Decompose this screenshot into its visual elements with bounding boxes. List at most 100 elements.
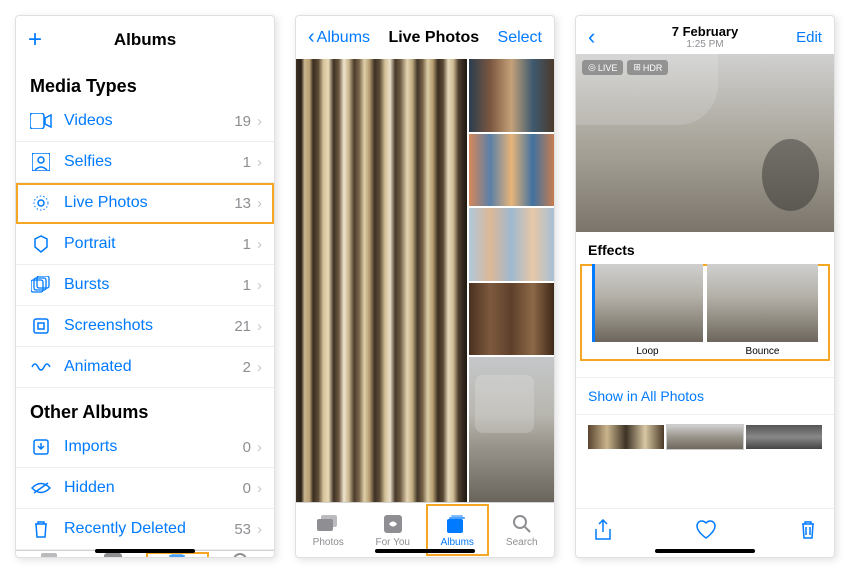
chevron-right-icon: ›	[257, 480, 262, 497]
row-label: Animated	[64, 358, 243, 376]
row-count: 13	[234, 195, 251, 212]
photo-thumbnail[interactable]	[469, 283, 554, 356]
share-button[interactable]	[594, 519, 612, 541]
tab-photos[interactable]: Photos	[296, 503, 361, 557]
video-icon	[28, 110, 54, 132]
chevron-right-icon: ›	[257, 113, 262, 130]
home-indicator[interactable]	[655, 549, 755, 553]
back-button[interactable]: ‹Albums	[308, 26, 370, 49]
row-portrait[interactable]: Portrait 1 ›	[16, 224, 274, 265]
tab-photos[interactable]: Photos	[16, 551, 81, 558]
chevron-right-icon: ›	[257, 521, 262, 538]
screen-live-photos-grid: ‹Albums Live Photos Select Photos For Yo…	[295, 15, 555, 558]
nav-title: Live Photos	[388, 29, 479, 47]
chevron-right-icon: ›	[257, 439, 262, 456]
screen-albums-list: + Albums Media Types Videos 19 › Selfies…	[15, 15, 275, 558]
thumbnail-strip[interactable]	[576, 425, 834, 455]
effects-row: Loop Bounce	[580, 264, 830, 361]
select-button[interactable]: Select	[498, 29, 542, 47]
row-label: Hidden	[64, 479, 243, 497]
row-count: 1	[243, 236, 251, 253]
chevron-right-icon: ›	[257, 359, 262, 376]
photo-thumbnail[interactable]	[469, 134, 554, 207]
row-count: 1	[243, 277, 251, 294]
selfie-icon	[28, 151, 54, 173]
row-imports[interactable]: Imports 0 ›	[16, 427, 274, 468]
row-label: Bursts	[64, 276, 243, 294]
other-albums-list: Imports 0 › Hidden 0 › Recently Deleted …	[16, 427, 274, 550]
chevron-right-icon: ›	[257, 195, 262, 212]
photos-icon	[36, 551, 60, 558]
back-button[interactable]: ‹	[588, 24, 628, 50]
strip-thumbnail[interactable]	[746, 425, 822, 449]
row-animated[interactable]: Animated 2 ›	[16, 347, 274, 388]
row-count: 53	[234, 521, 251, 538]
row-count: 2	[243, 359, 251, 376]
row-count: 19	[234, 113, 251, 130]
trash-icon	[28, 518, 54, 540]
header: + Albums	[16, 16, 274, 62]
photos-icon	[316, 513, 340, 535]
live-photos-icon	[28, 192, 54, 214]
screenshots-icon	[28, 315, 54, 337]
search-icon	[230, 551, 254, 558]
row-count: 21	[234, 318, 251, 335]
effect-label: Bounce	[707, 342, 818, 361]
row-label: Selfies	[64, 153, 243, 171]
row-recently-deleted[interactable]: Recently Deleted 53 ›	[16, 509, 274, 550]
portrait-icon	[28, 233, 54, 255]
row-label: Imports	[64, 438, 243, 456]
navbar: ‹ 7 February 1:25 PM Edit	[576, 16, 834, 54]
effect-bounce[interactable]: Bounce	[707, 264, 818, 361]
edit-button[interactable]: Edit	[782, 29, 822, 46]
screen-photo-detail: ‹ 7 February 1:25 PM Edit ◎ LIVE ⊞ HDR E…	[575, 15, 835, 558]
photo-grid[interactable]	[296, 59, 554, 502]
photo-thumbnail[interactable]	[469, 208, 554, 281]
for-you-icon	[381, 513, 405, 535]
delete-button[interactable]	[800, 520, 816, 540]
row-label: Live Photos	[64, 194, 234, 212]
add-button[interactable]: +	[28, 26, 52, 54]
imports-icon	[28, 436, 54, 458]
photo-thumbnail-selected[interactable]	[469, 357, 554, 502]
photo-time: 1:25 PM	[672, 39, 738, 50]
row-hidden[interactable]: Hidden 0 ›	[16, 468, 274, 509]
tab-label: Photos	[313, 537, 344, 548]
effect-loop[interactable]: Loop	[592, 264, 703, 361]
photo-hero[interactable]: ◎ LIVE ⊞ HDR	[576, 54, 834, 232]
favorite-button[interactable]	[695, 520, 717, 540]
hdr-badge: ⊞ HDR	[627, 60, 668, 75]
home-indicator[interactable]	[95, 549, 195, 553]
row-bursts[interactable]: Bursts 1 ›	[16, 265, 274, 306]
chevron-left-icon: ‹	[308, 26, 315, 49]
photo-date: 7 February	[672, 24, 738, 39]
albums-icon	[445, 513, 469, 535]
effect-thumbnail	[592, 264, 703, 342]
photo-thumbnail[interactable]	[469, 59, 554, 132]
section-other-albums: Other Albums	[16, 388, 274, 427]
row-count: 1	[243, 154, 251, 171]
strip-thumbnail[interactable]	[667, 425, 743, 449]
show-in-all-photos[interactable]: Show in All Photos	[576, 377, 834, 415]
bursts-icon	[28, 274, 54, 296]
navbar: ‹Albums Live Photos Select	[296, 16, 554, 59]
tab-label: Search	[506, 537, 538, 548]
photo-datetime: 7 February 1:25 PM	[672, 24, 738, 50]
chevron-right-icon: ›	[257, 236, 262, 253]
animated-icon	[28, 356, 54, 378]
hidden-icon	[28, 477, 54, 499]
tab-label: For You	[376, 537, 410, 548]
row-videos[interactable]: Videos 19 ›	[16, 101, 274, 142]
effect-label: Loop	[592, 342, 703, 361]
row-selfies[interactable]: Selfies 1 ›	[16, 142, 274, 183]
row-label: Portrait	[64, 235, 243, 253]
row-live-photos[interactable]: Live Photos 13 ›	[16, 183, 274, 224]
home-indicator[interactable]	[375, 549, 475, 553]
tab-search[interactable]: Search	[490, 503, 555, 557]
chevron-right-icon: ›	[257, 277, 262, 294]
strip-thumbnail[interactable]	[588, 425, 664, 449]
tab-search[interactable]: Search	[210, 551, 275, 558]
photo-thumbnail[interactable]	[296, 59, 467, 502]
media-types-list: Videos 19 › Selfies 1 › Live Photos 13 ›…	[16, 101, 274, 388]
row-screenshots[interactable]: Screenshots 21 ›	[16, 306, 274, 347]
